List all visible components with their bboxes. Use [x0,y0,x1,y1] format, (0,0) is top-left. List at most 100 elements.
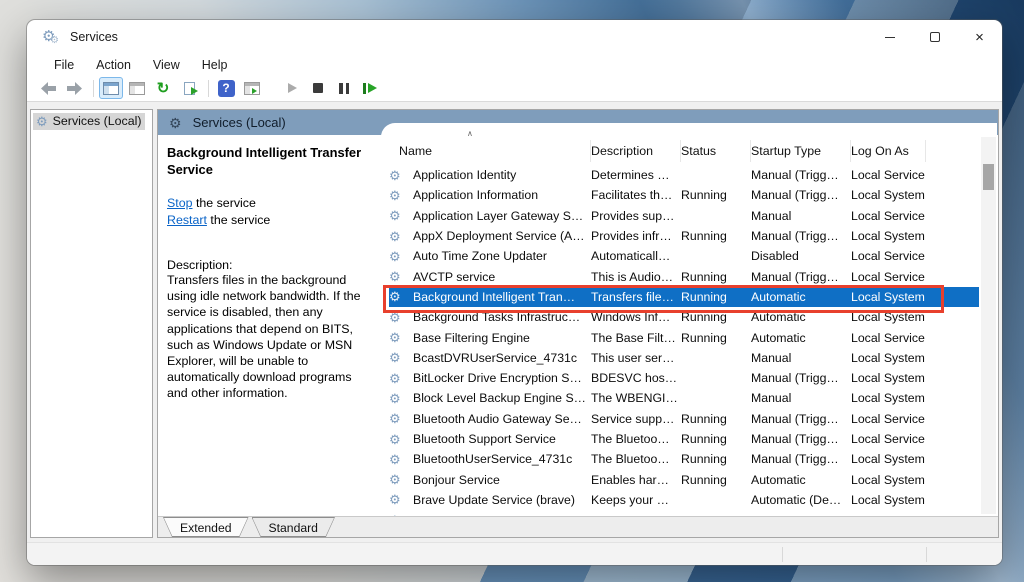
logon-cell: Local Service [851,269,925,284]
status-cell: Running [681,452,727,467]
startup-type-cell: Manual [751,350,792,365]
menu-item-view[interactable]: View [142,56,191,74]
description-cell: The WBENGI… [591,391,678,406]
export-list-button[interactable] [177,77,201,99]
stop-icon [313,83,323,93]
service-gear-icon: ⚙ [389,187,401,203]
column-header-name[interactable]: Name [389,140,591,162]
restart-service-button[interactable] [358,77,382,99]
table-row[interactable]: ⚙ AppX Deployment Service (A… Provides inf… [389,226,979,246]
logon-cell: Local Service [851,168,925,183]
table-row[interactable]: ⚙ BitLocker Drive Encryption S… BDESVC hos… [389,368,979,388]
status-divider [926,547,927,562]
services-window: ⚙ ⚙ Services × File Action View Help ↻ ?… [27,20,1002,565]
table-row[interactable]: ⚙ BcastDVRUserService_4731c This user ser…… [389,348,979,368]
vertical-scrollbar[interactable] [981,137,996,514]
stop-service-link[interactable]: Stop [167,196,193,210]
table-row[interactable]: ⚙ Background Tasks Infrastruc… Windows Inf… [389,307,979,327]
status-divider [782,547,783,562]
table-row[interactable]: ⚙ Bluetooth Support Service The Bluetoo… Ru… [389,429,979,449]
description-cell: Provides infr… [591,229,672,244]
show-console-tree-button[interactable] [99,77,123,99]
column-header-description[interactable]: Description [591,140,681,162]
logon-cell: Local Service [851,249,925,264]
mini-play-icon [252,87,257,94]
stop-service-button[interactable] [306,77,330,99]
pause-service-button[interactable] [332,77,356,99]
logon-cell: Local System [851,492,925,507]
table-row[interactable]: ⚙ AVCTP service This is Audio… Running Manua… [389,266,979,286]
description-cell: This is Audio… [591,269,674,284]
logon-cell: Local System [851,310,925,325]
name-cell: Background Tasks Infrastruc… [413,310,581,325]
table-row[interactable]: ⚙ Application Identity Determines … Manual … [389,165,979,185]
status-cell: Running [681,310,727,325]
table-row[interactable]: ⚙ Auto Time Zone Updater Automaticall… Disa… [389,246,979,266]
menu-item-action[interactable]: Action [85,56,142,74]
description-cell: The Bluetoo… [591,452,670,467]
restart-service-link[interactable]: Restart [167,213,207,227]
menu-item-help[interactable]: Help [191,56,239,74]
name-cell: BcastDVRUserService_4731c [413,350,578,365]
logon-cell: Local Service [851,432,925,446]
name-cell: BitLocker Drive Encryption S… [413,371,582,386]
forward-button[interactable] [62,77,86,99]
tab-extended[interactable]: Extended [163,517,249,537]
minimize-button[interactable] [867,20,912,54]
logon-cell: Local Service [851,208,925,223]
table-row[interactable]: ⚙ Base Filtering Engine The Base Filt… Runn… [389,327,979,347]
table-row[interactable]: ⚙ Brave Update Service (brave) Keeps your … [389,490,979,510]
status-cell: Running [681,330,727,345]
main-panel: ⚙ Services (Local) Background Intelligen… [157,109,999,538]
console-tree-panel: ⚙ Services (Local) [30,109,153,538]
startup-type-cell: Automatic [751,472,806,487]
table-row-selected[interactable]: ⚙ Background Intelligent Tran… Transfers f… [389,286,979,308]
tree-item-label: Services (Local) [52,114,142,128]
menu-item-file[interactable]: File [54,56,85,74]
extended-description-pane: Background Intelligent Transfer Service … [158,135,381,516]
description-cell: BDESVC hos… [591,371,678,386]
description-cell: Facilitates th… [591,188,673,203]
restart-icon [363,82,377,94]
service-gear-icon: ⚙ [389,472,401,488]
column-header-status[interactable]: Status [681,140,751,162]
table-row[interactable]: ⚙ Application Information Facilitates th… R… [389,185,979,205]
tree-item-services-local[interactable]: ⚙ Services (Local) [33,113,146,130]
close-button[interactable]: × [957,20,1002,54]
service-gear-icon: ⚙ [389,350,401,366]
name-cell: Bluetooth Audio Gateway Se… [413,411,582,426]
logon-cell: Local System [851,289,925,304]
help-button[interactable]: ? [214,77,238,99]
description-cell: The Bluetoo… [591,432,670,446]
description-cell: Enables har… [591,472,669,487]
maximize-button[interactable] [912,20,957,54]
scrollbar-thumb[interactable] [983,164,994,190]
refresh-button[interactable]: ↻ [151,77,175,99]
pause-icon [339,82,349,94]
column-header-log-on-as[interactable]: Log On As [851,140,926,162]
tab-standard[interactable]: Standard [252,517,335,537]
start-service-button[interactable] [280,77,304,99]
service-gear-icon: ⚙ [389,431,401,447]
startup-type-cell: Manual (Trigg… [751,229,839,244]
properties-button[interactable] [125,77,149,99]
column-header-startup-type[interactable]: Startup Type [751,140,851,162]
description-text: Transfers files in the background using … [167,273,361,401]
logon-cell: Local System [851,391,925,406]
back-button[interactable] [36,77,60,99]
list-rows: ⚙ Application Identity Determines … Manual … [389,165,979,516]
table-row[interactable]: ⚙ Bluetooth Audio Gateway Se… Service supp… [389,409,979,429]
table-row[interactable]: ⚙ BluetoothUserService_4731c The Bluetoo… R… [389,449,979,469]
console-tree-icon [103,81,119,95]
status-cell: Running [681,289,727,304]
content-area: ⚙ Services (Local) ⚙ Services (Local) Bac… [27,102,1002,542]
status-bar [27,542,1002,565]
table-row[interactable]: ⚙ Bonjour Service Enables har… Running Autom… [389,469,979,489]
logon-cell: Local Service [851,411,925,426]
table-row[interactable]: ⚙ Block Level Backup Engine S… The WBENGI…… [389,388,979,408]
minimize-icon [884,36,895,38]
table-row[interactable]: ⚙ Application Layer Gateway S… Provides su… [389,206,979,226]
name-cell: Block Level Backup Engine S… [413,391,586,406]
name-cell: BluetoothUserService_4731c [413,452,573,467]
show-action-pane-button[interactable] [240,77,264,99]
